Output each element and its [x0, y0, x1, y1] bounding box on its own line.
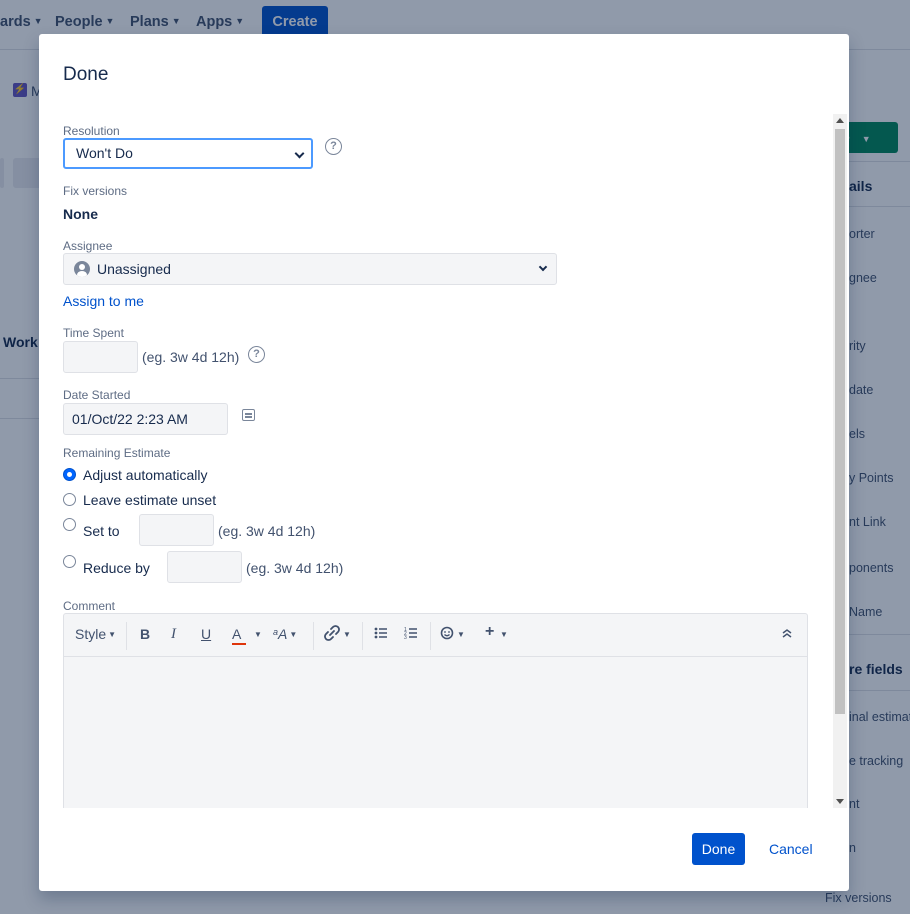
dialog-body: Resolution Won't Do ? Fix versions None …: [39, 114, 849, 808]
chevron-down-icon[interactable]: ▼: [343, 630, 351, 639]
text-color-indicator: [232, 643, 246, 645]
cancel-button[interactable]: Cancel: [769, 833, 813, 865]
fix-versions-value: None: [63, 206, 98, 222]
chevron-down-icon: [538, 262, 548, 272]
text-style-label: Style: [75, 626, 107, 642]
emoji-icon[interactable]: [440, 626, 454, 643]
transition-dialog: Done Resolution Won't Do ? Fix versions …: [39, 34, 849, 891]
leave-estimate-unset-label: Leave estimate unset: [83, 492, 217, 508]
scroll-up-arrow-icon[interactable]: [836, 118, 844, 123]
leave-estimate-unset-radio[interactable]: [63, 493, 76, 506]
resolution-label: Resolution: [63, 124, 120, 138]
reduce-by-input[interactable]: [167, 551, 242, 583]
calendar-icon[interactable]: [242, 409, 255, 421]
help-icon[interactable]: ?: [248, 346, 265, 363]
assign-to-me-link[interactable]: Assign to me: [63, 293, 144, 309]
toolbar-divider: [430, 622, 431, 650]
date-started-label: Date Started: [63, 388, 131, 402]
toolbar-divider: [362, 622, 363, 650]
italic-icon[interactable]: I: [171, 626, 176, 643]
bullet-list-icon[interactable]: [374, 626, 388, 643]
underline-icon[interactable]: U: [201, 626, 211, 642]
time-spent-label: Time Spent: [63, 326, 124, 340]
scrollbar-thumb[interactable]: [835, 129, 845, 714]
text-color-icon[interactable]: A: [232, 626, 241, 642]
reduce-by-hint: (eg. 3w 4d 12h): [246, 560, 344, 576]
set-to-radio[interactable]: [63, 518, 76, 531]
assignee-value: Unassigned: [97, 261, 171, 277]
resolution-select[interactable]: Won't Do: [63, 138, 313, 169]
comment-editor[interactable]: Style ▼ B I U A ▼ aA ▼ ▼ 123 ▼ + ▼: [63, 613, 808, 808]
comment-label: Comment: [63, 599, 116, 613]
adjust-automatically-radio[interactable]: [63, 468, 76, 481]
avatar: [74, 261, 90, 277]
set-to-hint: (eg. 3w 4d 12h): [218, 523, 316, 539]
chevron-down-icon: ▼: [108, 630, 117, 639]
assignee-label: Assignee: [63, 239, 113, 253]
scroll-down-arrow-icon[interactable]: [836, 799, 844, 804]
help-icon[interactable]: ?: [325, 138, 342, 155]
collapse-toolbar-icon[interactable]: [781, 626, 793, 642]
more-formatting-icon[interactable]: aA ▼: [273, 626, 297, 642]
fix-versions-label: Fix versions: [63, 184, 128, 198]
assignee-select[interactable]: Unassigned: [63, 253, 557, 285]
toolbar-divider: [313, 622, 314, 650]
reduce-by-label: Reduce by: [83, 560, 150, 576]
remaining-estimate-label: Remaining Estimate: [63, 446, 171, 460]
set-to-label: Set to: [83, 523, 120, 539]
toolbar-divider: [126, 622, 127, 650]
dialog-title: Done: [63, 64, 109, 85]
adjust-automatically-label: Adjust automatically: [83, 467, 208, 483]
dialog-scrollbar[interactable]: [833, 114, 847, 808]
chevron-down-icon[interactable]: ▼: [500, 630, 508, 639]
done-button[interactable]: Done: [692, 833, 745, 865]
time-spent-input[interactable]: [63, 341, 138, 373]
chevron-down-icon[interactable]: ▼: [457, 630, 465, 639]
bold-icon[interactable]: B: [140, 626, 150, 642]
chevron-down-icon[interactable]: ▼: [254, 630, 262, 639]
link-icon[interactable]: [323, 624, 341, 645]
numbered-list-icon[interactable]: 123: [404, 626, 418, 643]
editor-toolbar: Style ▼ B I U A ▼ aA ▼ ▼ 123 ▼ + ▼: [64, 614, 807, 657]
svg-text:3: 3: [404, 635, 407, 640]
reduce-by-radio[interactable]: [63, 555, 76, 568]
insert-plus-icon[interactable]: +: [485, 623, 494, 641]
time-spent-hint: (eg. 3w 4d 12h): [142, 349, 240, 365]
resolution-value: Won't Do: [76, 145, 133, 161]
text-style-dropdown[interactable]: Style ▼: [75, 626, 116, 642]
date-started-input[interactable]: 01/Oct/22 2:23 AM: [63, 403, 228, 435]
set-to-input[interactable]: [139, 514, 214, 546]
chevron-down-icon: [294, 148, 305, 159]
